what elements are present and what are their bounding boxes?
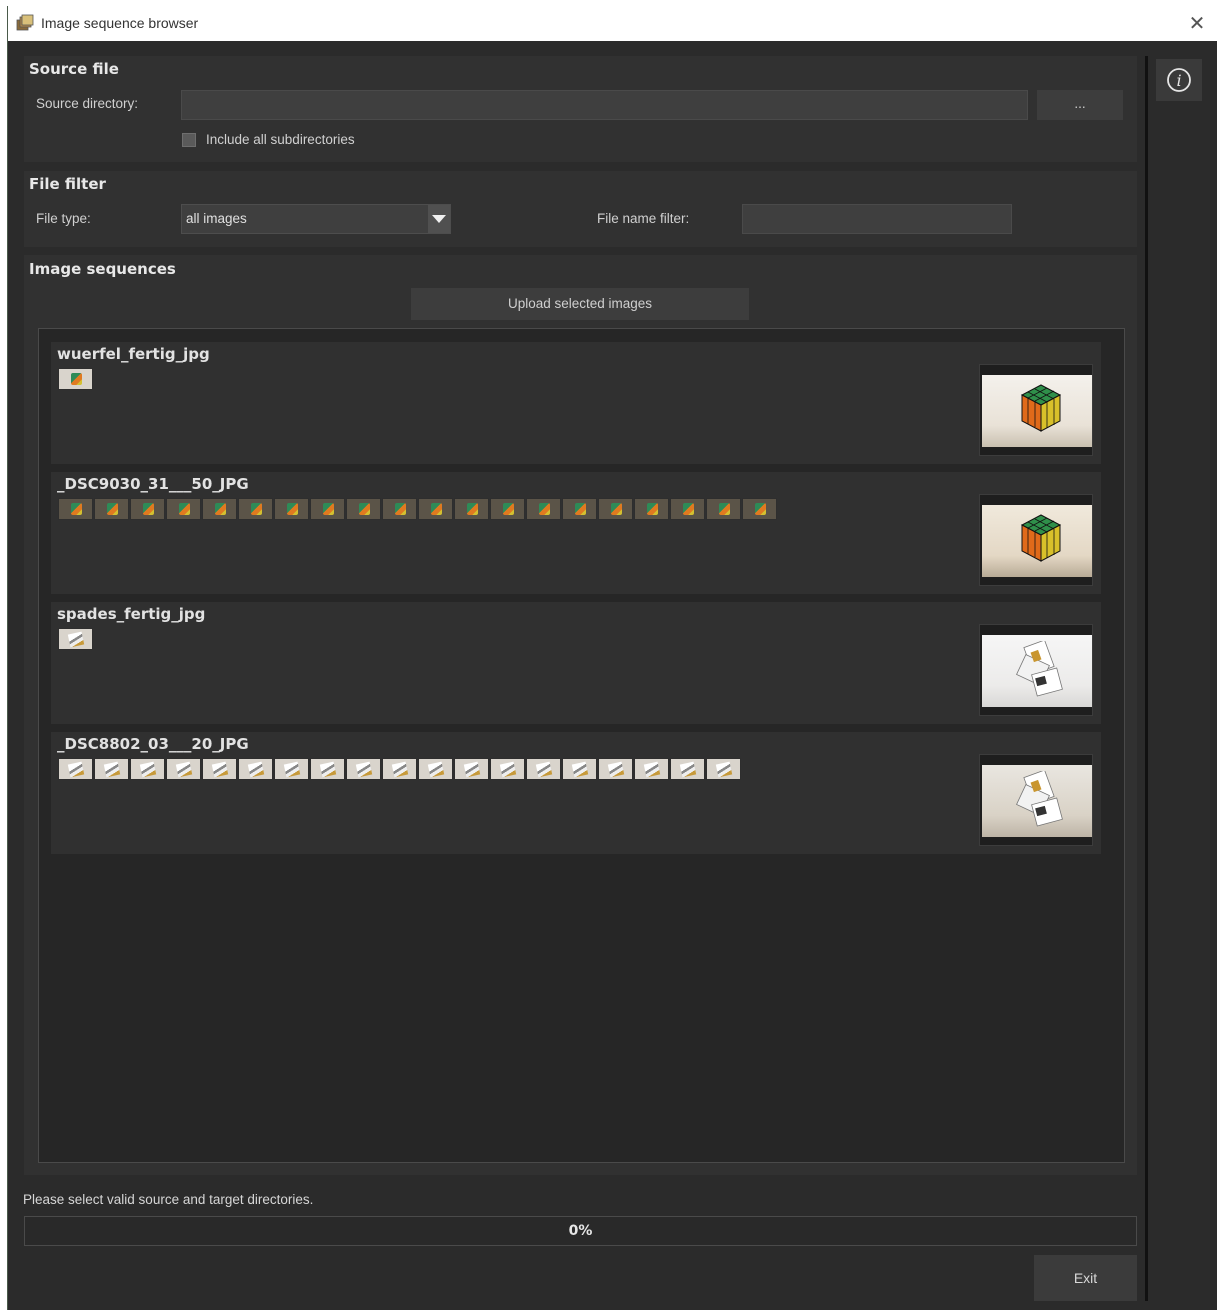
sequence-card[interactable]: _DSC8802_03___20_JPG bbox=[51, 732, 1101, 854]
thumbnail-strip bbox=[58, 498, 777, 520]
frame-thumbnail[interactable] bbox=[562, 498, 597, 520]
svg-text:i: i bbox=[1176, 71, 1181, 90]
frame-thumbnail[interactable] bbox=[418, 758, 453, 780]
sequence-name: spades_fertig_jpg bbox=[57, 605, 206, 623]
sequence-card[interactable]: _DSC9030_31___50_JPG bbox=[51, 472, 1101, 594]
sequence-list[interactable]: wuerfel_fertig_jpg _DSC9030_31___50_JPGsp… bbox=[38, 328, 1125, 1163]
sequence-name: _DSC9030_31___50_JPG bbox=[57, 475, 249, 493]
exit-button[interactable]: Exit bbox=[1034, 1255, 1137, 1301]
frame-thumbnail[interactable] bbox=[238, 498, 273, 520]
frame-thumbnail[interactable] bbox=[202, 498, 237, 520]
frame-thumbnail[interactable] bbox=[58, 628, 93, 650]
frame-thumbnail[interactable] bbox=[166, 758, 201, 780]
frame-thumbnail[interactable] bbox=[130, 758, 165, 780]
thumbnail-strip bbox=[58, 758, 741, 780]
frame-thumbnail[interactable] bbox=[274, 758, 309, 780]
info-button[interactable]: i bbox=[1156, 59, 1202, 101]
frame-thumbnail[interactable] bbox=[526, 498, 561, 520]
sequence-preview-image bbox=[979, 364, 1093, 456]
frame-thumbnail[interactable] bbox=[742, 498, 777, 520]
frame-thumbnail[interactable] bbox=[706, 758, 741, 780]
window-title: Image sequence browser bbox=[41, 15, 199, 31]
frame-thumbnail[interactable] bbox=[634, 498, 669, 520]
thumbnail-strip bbox=[58, 368, 93, 390]
file-name-filter-label: File name filter: bbox=[597, 211, 690, 226]
frame-thumbnail[interactable] bbox=[454, 498, 489, 520]
frame-thumbnail[interactable] bbox=[94, 498, 129, 520]
sequence-preview-image bbox=[979, 624, 1093, 716]
frame-thumbnail[interactable] bbox=[310, 758, 345, 780]
close-icon[interactable]: ✕ bbox=[1184, 10, 1210, 36]
frame-thumbnail[interactable] bbox=[238, 758, 273, 780]
frame-thumbnail[interactable] bbox=[346, 758, 381, 780]
sequence-preview-image bbox=[979, 754, 1093, 846]
sequence-preview-image bbox=[979, 494, 1093, 586]
source-directory-input[interactable] bbox=[181, 90, 1028, 120]
sequence-name: _DSC8802_03___20_JPG bbox=[57, 735, 249, 753]
frame-thumbnail[interactable] bbox=[382, 758, 417, 780]
section-title-image-sequences: Image sequences bbox=[29, 260, 176, 278]
source-directory-label: Source directory: bbox=[36, 96, 139, 111]
right-divider bbox=[1145, 56, 1148, 1301]
frame-thumbnail[interactable] bbox=[706, 498, 741, 520]
thumbnail-strip bbox=[58, 628, 93, 650]
triangle-down-icon[interactable] bbox=[428, 205, 450, 233]
sequence-card[interactable]: spades_fertig_jpg bbox=[51, 602, 1101, 724]
frame-thumbnail[interactable] bbox=[310, 498, 345, 520]
frame-thumbnail[interactable] bbox=[166, 498, 201, 520]
section-title-file-filter: File filter bbox=[29, 175, 106, 193]
frame-thumbnail[interactable] bbox=[382, 498, 417, 520]
frame-thumbnail[interactable] bbox=[562, 758, 597, 780]
frame-thumbnail[interactable] bbox=[454, 758, 489, 780]
progress-text: 0% bbox=[568, 1223, 593, 1239]
frame-thumbnail[interactable] bbox=[130, 498, 165, 520]
frame-thumbnail[interactable] bbox=[346, 498, 381, 520]
frame-thumbnail[interactable] bbox=[490, 498, 525, 520]
include-subdirectories-checkbox[interactable] bbox=[182, 133, 196, 147]
frame-thumbnail[interactable] bbox=[670, 758, 705, 780]
file-type-select[interactable]: all images bbox=[181, 204, 451, 234]
frame-thumbnail[interactable] bbox=[670, 498, 705, 520]
upload-selected-images-button[interactable]: Upload selected images bbox=[411, 288, 749, 320]
browse-button[interactable]: ... bbox=[1037, 90, 1123, 120]
frame-thumbnail[interactable] bbox=[274, 498, 309, 520]
file-filter-panel: File filter File type: all images File n… bbox=[24, 171, 1137, 247]
image-stack-icon bbox=[16, 14, 34, 31]
frame-thumbnail[interactable] bbox=[598, 758, 633, 780]
frame-thumbnail[interactable] bbox=[490, 758, 525, 780]
title-bar: Image sequence browser ✕ bbox=[8, 6, 1218, 41]
frame-thumbnail[interactable] bbox=[634, 758, 669, 780]
frame-thumbnail[interactable] bbox=[94, 758, 129, 780]
status-message: Please select valid source and target di… bbox=[23, 1192, 314, 1207]
progress-bar: 0% bbox=[24, 1216, 1137, 1246]
sequence-card[interactable]: wuerfel_fertig_jpg bbox=[51, 342, 1101, 464]
frame-thumbnail[interactable] bbox=[58, 758, 93, 780]
file-type-value: all images bbox=[186, 211, 247, 226]
section-title-source-file: Source file bbox=[29, 60, 119, 78]
file-name-filter-input[interactable] bbox=[742, 204, 1012, 234]
frame-thumbnail[interactable] bbox=[58, 498, 93, 520]
frame-thumbnail[interactable] bbox=[202, 758, 237, 780]
frame-thumbnail[interactable] bbox=[58, 368, 93, 390]
sequence-name: wuerfel_fertig_jpg bbox=[57, 345, 210, 363]
file-type-label: File type: bbox=[36, 211, 91, 226]
image-sequence-browser-window: Image sequence browser ✕ i Source file S… bbox=[7, 6, 1218, 1310]
source-file-panel: Source file Source directory: ... Includ… bbox=[24, 56, 1137, 162]
info-icon: i bbox=[1167, 68, 1191, 92]
frame-thumbnail[interactable] bbox=[598, 498, 633, 520]
include-subdirectories-label: Include all subdirectories bbox=[206, 132, 355, 147]
frame-thumbnail[interactable] bbox=[418, 498, 453, 520]
frame-thumbnail[interactable] bbox=[526, 758, 561, 780]
